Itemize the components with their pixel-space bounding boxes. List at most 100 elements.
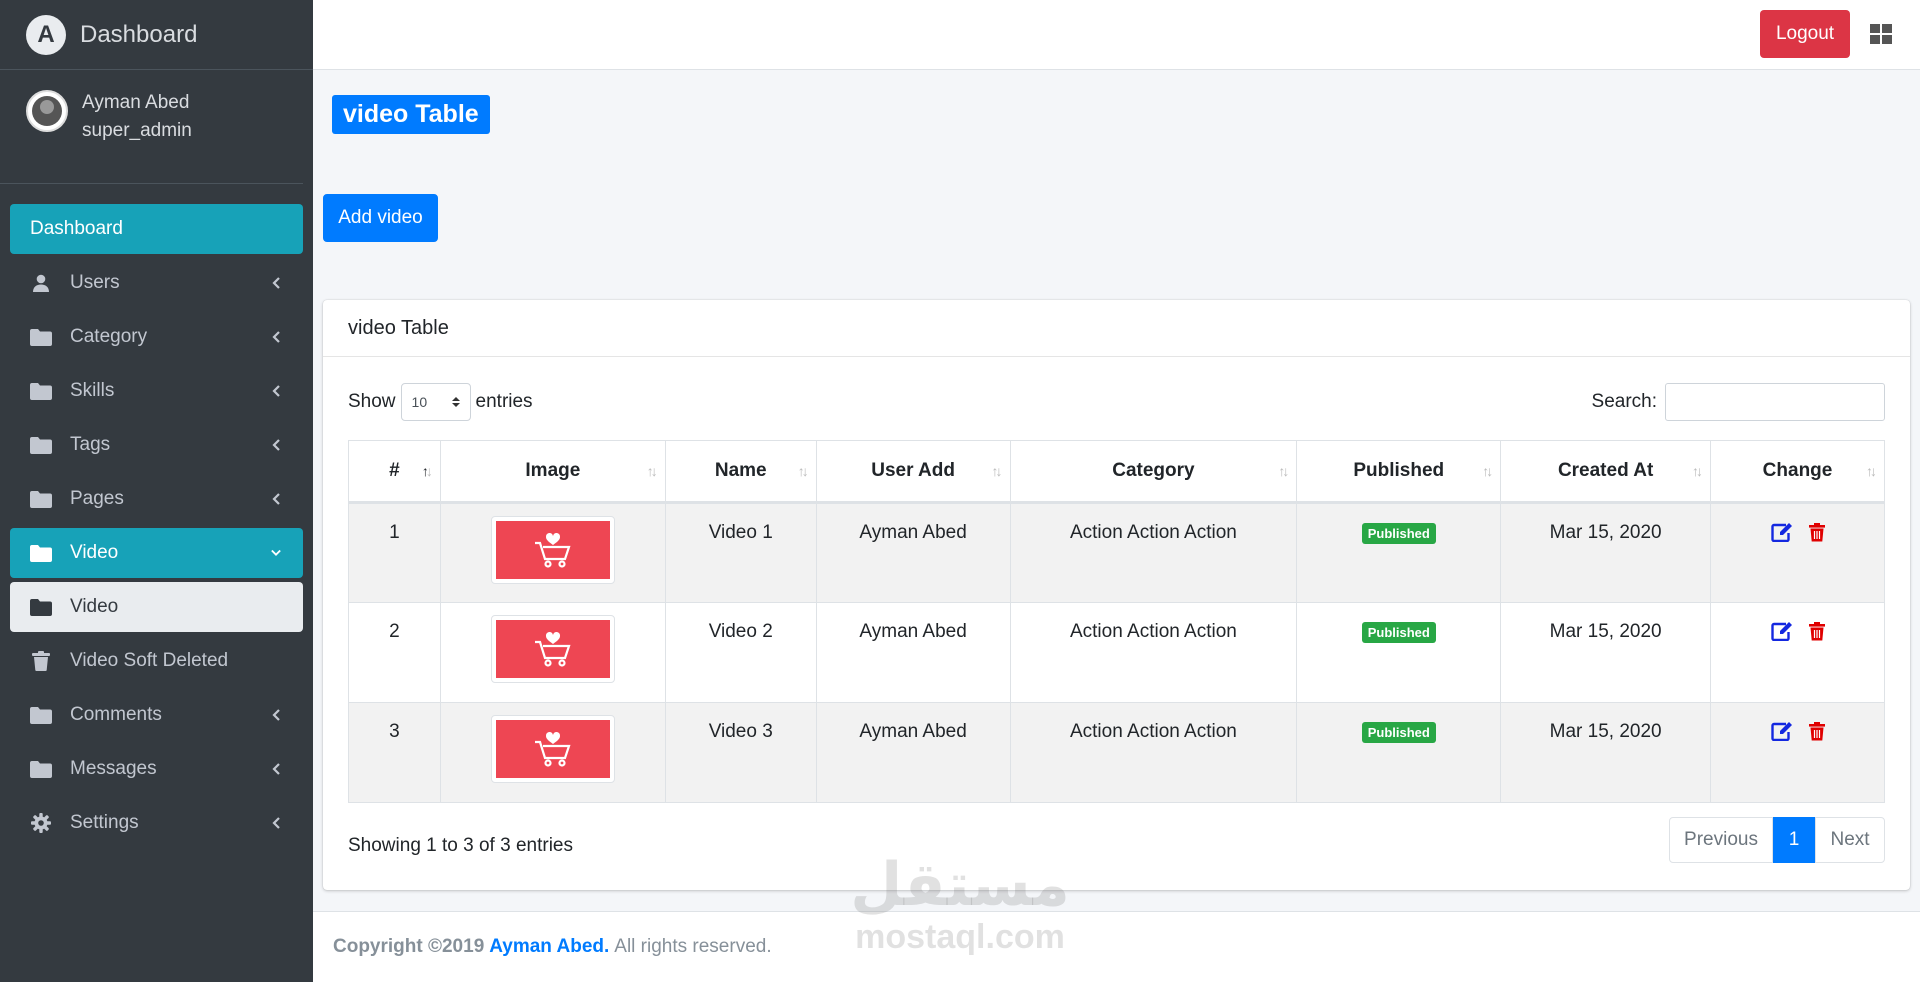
chevron-left-icon [271,816,281,830]
sidebar-item-skills[interactable]: Skills [10,366,303,416]
column-header-published[interactable]: Published ↑↓ [1296,440,1502,504]
brand-title: Dashboard [80,20,198,48]
footer-author-link[interactable]: Ayman Abed. [489,936,609,958]
watermark-latin: mostaql.com [855,918,1065,956]
user-panel: Ayman Abed super_admin [0,70,303,184]
column-header-user-add[interactable]: User Add ↑↓ [815,440,1011,504]
edit-icon[interactable] [1770,621,1793,641]
next-page-button[interactable]: Next [1815,817,1885,863]
sidebar-item-messages[interactable]: Messages [10,744,303,794]
sidebar-item-label: Comments [70,704,162,725]
video-thumbnail[interactable] [490,516,615,584]
page-1-button[interactable]: 1 [1773,817,1815,863]
sidebar-item-label: Category [70,326,148,347]
status-badge: Published [1361,622,1436,643]
table-row: 3 Video 3 Ayman Abed Action Action Actio… [348,702,1885,803]
page-size-value: 10 [411,394,428,410]
column-header-created-at[interactable]: Created At ↑↓ [1500,440,1712,504]
chevron-left-icon [271,708,281,722]
topbar: Logout [313,0,1920,70]
folder-icon [30,490,52,508]
column-header-id[interactable]: # ↑↓ [348,440,441,504]
sidebar-item-label: Video Soft Deleted [70,650,229,671]
cell-name: Video 1 [664,502,817,603]
card-title: video Table [323,300,1910,357]
footer: Copyright ©2019 Ayman Abed. All rights r… [313,911,1920,982]
cell-id: 3 [348,702,441,803]
previous-page-button[interactable]: Previous [1669,817,1773,863]
sidebar-item-label: Dashboard [30,218,123,239]
cell-category: Action Action Action [1009,602,1298,703]
cell-user: Ayman Abed [815,702,1011,803]
logout-button[interactable]: Logout [1760,10,1850,58]
add-video-button[interactable]: Add video [323,194,438,242]
status-badge: Published [1361,722,1436,743]
folder-icon [30,598,52,616]
cell-image [439,602,666,703]
cell-change [1710,702,1885,803]
edit-icon[interactable] [1770,721,1793,741]
table-toolbar: Show 10 entries Search: [348,382,1885,422]
page-size-select[interactable]: 10 [400,383,471,421]
chevron-left-icon [271,276,281,290]
sidebar-item-tags[interactable]: Tags [10,420,303,470]
sidebar-item-users[interactable]: Users [10,258,303,308]
cell-user: Ayman Abed [815,502,1011,603]
table-row: 1 Video 1 Ayman Abed Action Action Actio… [348,502,1885,603]
watermark: مستقل mostaql.com [845,850,1075,954]
folder-icon [30,328,52,346]
sidebar-item-video[interactable]: Video [10,528,303,578]
delete-icon[interactable] [1808,721,1825,741]
sidebar-item-label: Settings [70,812,139,833]
delete-icon[interactable] [1808,522,1825,542]
chevron-left-icon [271,384,281,398]
cell-change [1710,502,1885,603]
sidebar-item-category[interactable]: Category [10,312,303,362]
grid-icon[interactable] [1870,24,1892,44]
delete-icon[interactable] [1808,621,1825,641]
user-icon [30,274,52,292]
cell-created: Mar 15, 2020 [1500,702,1712,803]
sidebar-subitem-video-soft-deleted[interactable]: Video Soft Deleted [10,636,303,686]
sidebar-item-pages[interactable]: Pages [10,474,303,524]
cell-published: Published [1296,502,1502,603]
sidebar-item-settings[interactable]: Settings [10,798,303,848]
sidebar-item-label: Messages [70,758,157,779]
column-header-category[interactable]: Category ↑↓ [1009,440,1298,504]
search-label: Search: [1591,391,1657,412]
sidebar-item-comments[interactable]: Comments [10,690,303,740]
footer-copyright: Copyright ©2019 [333,936,485,957]
search-input[interactable] [1665,383,1885,421]
avatar [26,90,68,132]
brand-link[interactable]: A Dashboard [0,0,313,70]
column-header-image[interactable]: Image ↑↓ [439,440,666,504]
cell-created: Mar 15, 2020 [1500,602,1712,703]
cell-published: Published [1296,702,1502,803]
watermark-arabic: مستقل [850,851,1070,918]
folder-icon [30,382,52,400]
sidebar-item-label: Video [70,596,119,617]
cell-image [439,502,666,603]
video-thumbnail[interactable] [490,715,615,783]
cell-category: Action Action Action [1009,702,1298,803]
user-name[interactable]: Ayman Abed [82,88,192,118]
pagination: Previous 1 Next [1669,817,1885,863]
cell-name: Video 2 [664,602,817,703]
sidebar-item-label: Video [70,542,119,563]
column-header-change[interactable]: Change ↑↓ [1710,440,1885,504]
sidebar-item-dashboard[interactable]: Dashboard [10,204,303,254]
table-search: Search: [1592,382,1885,422]
sidebar-subitem-video[interactable]: Video [10,582,303,632]
column-header-name[interactable]: Name ↑↓ [664,440,817,504]
brand-logo: A [26,14,66,55]
video-thumbnail[interactable] [490,615,615,683]
page-size-control: Show 10 entries [348,382,533,422]
cell-published: Published [1296,602,1502,703]
sort-icon: ↑↓ [1482,463,1493,479]
chevron-left-icon [271,438,281,452]
cell-category: Action Action Action [1009,502,1298,603]
sidebar-item-label: Tags [70,434,111,455]
user-role: super_admin [82,120,192,141]
edit-icon[interactable] [1770,522,1793,542]
sort-icon: ↑↓ [797,463,809,479]
